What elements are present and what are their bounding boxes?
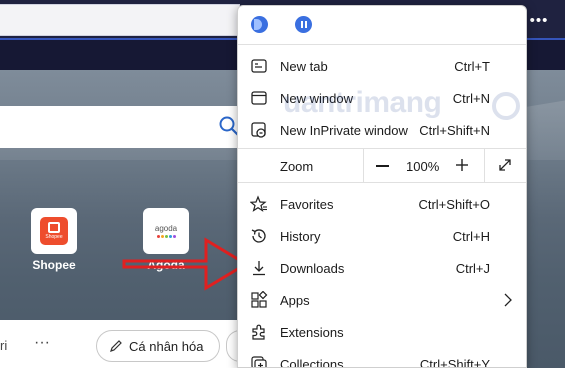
menu-item-label: Downloads [280,261,345,276]
menu-item-shortcut: Ctrl+T [454,59,490,74]
more-options-button[interactable]: ··· [34,334,50,352]
history-icon [251,229,266,243]
apps-icon [251,291,268,308]
menu-item-collections[interactable]: Collections Ctrl+Shift+Y [238,348,526,368]
menu-item-label: Favorites [280,197,334,212]
watermark: uantrimang [283,86,442,119]
personalize-label: Cá nhân hóa [129,338,204,354]
menu-item-label: New InPrivate window [280,123,408,138]
menu-item-apps[interactable]: Apps [238,284,526,316]
watermark-logo [492,92,520,120]
settings-more-button[interactable]: ••• [527,8,551,32]
zoom-out-button[interactable] [376,165,389,167]
zoom-level: 100% [406,159,440,174]
settings-menu: New tab Ctrl+T New window Ctrl+N New InP… [237,5,527,368]
inprivate-icon [251,122,266,138]
new-window-icon [251,91,267,105]
download-icon [253,261,265,276]
personalize-button[interactable]: Cá nhân hóa [96,330,220,362]
menu-item-favorites[interactable]: Favorites Ctrl+Shift+O [238,188,526,220]
address-bar[interactable] [0,4,240,36]
pencil-icon [110,340,122,352]
menu-item-label: Apps [280,293,310,308]
chevron-right-icon [504,293,512,307]
bottom-bar-text: ri [0,338,8,353]
menu-divider [238,182,526,183]
shopee-logo-icon: Shopee [40,217,68,245]
menu-item-shortcut: Ctrl+H [452,229,490,244]
menu-item-shortcut: Ctrl+J [455,261,490,276]
zoom-row: Zoom 100% [238,149,526,182]
pause-extension-icon[interactable] [295,16,312,33]
collections-icon [251,356,267,367]
menu-item-shortcut: Ctrl+Shift+Y [419,357,490,368]
zoom-in-button[interactable] [455,158,469,172]
extension-icons-row [238,6,526,44]
menu-divider [238,44,526,45]
favorites-icon [250,195,267,212]
zoom-label: Zoom [280,159,314,174]
extensions-icon [252,324,265,340]
new-tab-icon [251,59,267,73]
menu-item-label: Collections [280,357,344,368]
menu-item-downloads[interactable]: Downloads Ctrl+J [238,252,526,284]
menu-item-label: New tab [280,59,328,74]
web-search-box[interactable] [0,106,250,148]
menu-item-label: Extensions [280,325,344,340]
menu-item-shortcut: Ctrl+N [452,91,490,106]
menu-item-new-tab[interactable]: New tab Ctrl+T [238,50,526,82]
red-arrow-annotation [122,237,249,291]
menu-item-shortcut: Ctrl+Shift+N [419,123,490,138]
menu-item-history[interactable]: History Ctrl+H [238,220,526,252]
menu-item-extensions[interactable]: Extensions [238,316,526,348]
extension-icon[interactable] [251,16,268,33]
fullscreen-icon[interactable] [497,157,513,173]
menu-item-shortcut: Ctrl+Shift+O [418,197,490,212]
quick-link-shopee[interactable]: Shopee [31,208,77,254]
menu-item-label: History [280,229,321,244]
quick-link-label[interactable]: Shopee [14,258,94,272]
